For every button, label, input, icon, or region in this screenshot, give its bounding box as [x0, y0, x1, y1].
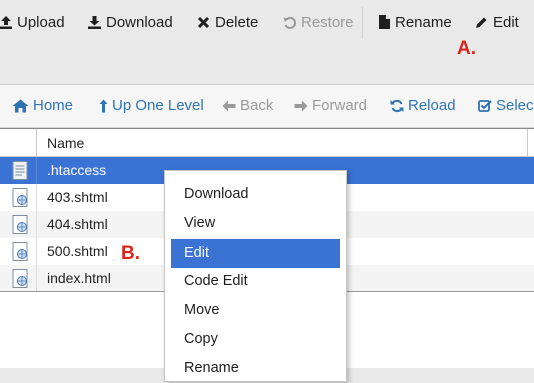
text-file-icon: [12, 161, 28, 180]
upload-icon: [0, 16, 12, 29]
arrow-up-icon: [99, 99, 108, 112]
menu-item-rename[interactable]: Rename: [171, 354, 340, 383]
menu-item-label: Copy: [184, 331, 218, 347]
table-header: Name: [0, 129, 534, 157]
back-button[interactable]: Back: [222, 97, 273, 114]
download-button[interactable]: Download: [88, 13, 173, 31]
menu-item-label: Download: [184, 186, 249, 202]
upload-label: Upload: [17, 13, 65, 31]
menu-item-move[interactable]: Move: [171, 296, 340, 325]
restore-button[interactable]: Restore: [283, 13, 354, 31]
edit-button[interactable]: Edit: [475, 13, 519, 31]
reload-label: Reload: [408, 97, 456, 114]
navigation-bar: Home Up One Level Back Forward Reload Se…: [0, 85, 534, 128]
toolbar-divider: [362, 7, 363, 39]
file-icon: [379, 15, 390, 29]
select-label: Select: [496, 97, 534, 114]
annotation-marker-a: A.: [457, 38, 476, 59]
context-menu: Download View Edit Code Edit Move Copy R…: [164, 170, 347, 382]
column-header-name[interactable]: Name: [47, 135, 84, 151]
undo-icon: [283, 16, 296, 29]
html-file-icon: [12, 215, 28, 234]
pencil-icon: [476, 17, 487, 28]
close-icon: [197, 16, 210, 28]
file-name: 500.shtml: [47, 243, 108, 259]
html-file-icon: [12, 242, 28, 261]
menu-item-copy[interactable]: Copy: [171, 325, 340, 354]
forward-label: Forward: [312, 97, 368, 114]
file-name: 404.shtml: [47, 216, 108, 232]
arrow-right-icon: [294, 100, 308, 111]
select-all-button[interactable]: Select: [478, 97, 534, 114]
file-name: .htaccess: [47, 162, 107, 178]
upload-button[interactable]: Upload: [0, 13, 65, 31]
html-file-icon: [12, 269, 28, 288]
delete-button[interactable]: Delete: [197, 13, 258, 31]
checkbox-icon: [478, 99, 492, 112]
menu-item-code-edit[interactable]: Code Edit: [171, 267, 340, 296]
menu-item-view[interactable]: View: [171, 209, 340, 238]
download-icon: [88, 16, 101, 29]
delete-label: Delete: [215, 13, 259, 31]
forward-button[interactable]: Forward: [294, 97, 367, 114]
home-button[interactable]: Home: [12, 97, 73, 114]
file-name: index.html: [47, 270, 111, 286]
back-label: Back: [240, 97, 274, 114]
up-one-level-button[interactable]: Up One Level: [99, 97, 204, 114]
restore-label: Restore: [301, 13, 354, 31]
menu-item-label: Move: [184, 302, 220, 318]
rename-label: Rename: [395, 13, 452, 31]
html-file-icon: [12, 188, 28, 207]
menu-item-edit[interactable]: Edit: [171, 239, 340, 268]
file-toolbar: Upload Download Delete Restore Rename Ed…: [0, 0, 534, 85]
file-name: 403.shtml: [47, 189, 108, 205]
menu-item-label: Edit: [184, 245, 209, 261]
annotation-marker-b: B.: [121, 243, 140, 264]
home-label: Home: [33, 97, 74, 114]
download-label: Download: [106, 13, 173, 31]
menu-item-label: Rename: [184, 360, 239, 376]
edit-label: Edit: [493, 13, 519, 31]
up-one-level-label: Up One Level: [112, 97, 204, 114]
arrow-left-icon: [222, 100, 236, 111]
rename-button[interactable]: Rename: [379, 13, 452, 31]
menu-item-label: View: [184, 215, 216, 231]
menu-item-download[interactable]: Download: [171, 180, 340, 209]
menu-item-label: Code Edit: [184, 273, 248, 289]
home-icon: [12, 99, 29, 112]
refresh-icon: [390, 99, 404, 112]
reload-button[interactable]: Reload: [390, 97, 456, 114]
